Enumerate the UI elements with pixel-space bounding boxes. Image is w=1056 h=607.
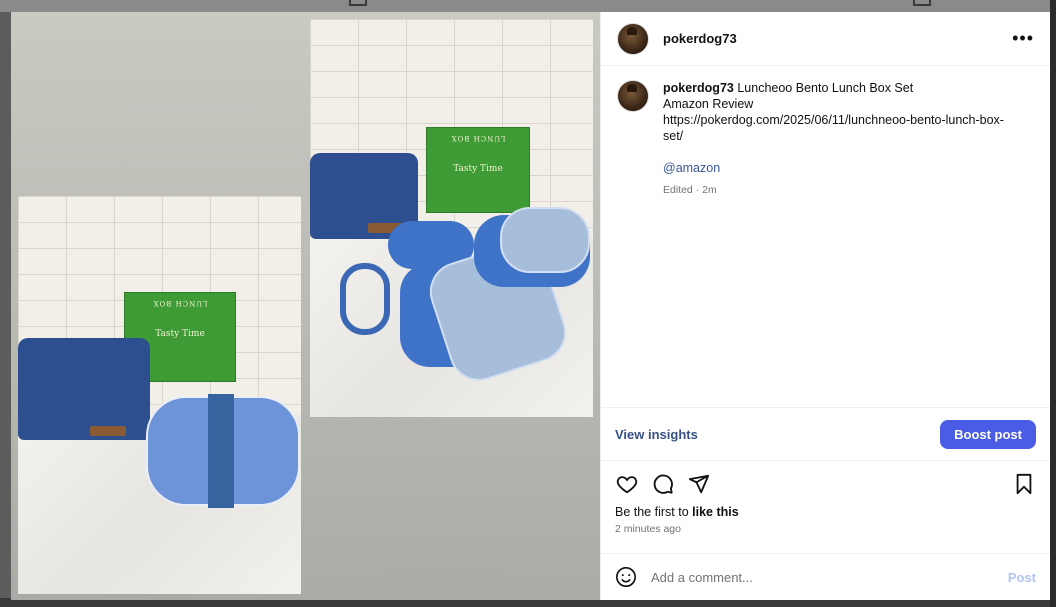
likes-prefix: Be the first to [615,505,693,519]
likes-line: Be the first to like this [615,505,1036,519]
post-modal: LUNCH BOX Tasty Time LUNCH BOX Tasty Tim… [11,12,1050,600]
caption-url: https://pokerdog.com/2025/06/11/lunchneo… [663,113,1004,127]
insulated-bag [18,338,150,440]
caption-area: pokerdog73 Luncheoo Bento Lunch Box Set … [601,66,1050,407]
bento-cutlery-lid [500,207,590,273]
photo-left: LUNCH BOX Tasty Time [18,196,301,594]
caption-title: Luncheoo Bento Lunch Box Set [737,81,914,95]
bento-strap [208,394,234,508]
action-row [615,471,1036,497]
share-icon[interactable] [687,472,711,496]
lunch-box-carton: LUNCH BOX Tasty Time [426,127,530,213]
carton-label: LUNCH BOX [152,299,208,307]
caption-username[interactable]: pokerdog73 [663,81,734,95]
post-timestamp: 2 minutes ago [615,523,681,535]
caption-body: pokerdog73 Luncheoo Bento Lunch Box Set … [663,80,1004,198]
caption-line-2: Amazon Review [663,97,754,111]
view-insights-link[interactable]: View insights [615,427,698,442]
comment-composer: Post [601,553,1050,600]
bag-tag [90,426,126,436]
grid-icon [349,0,367,6]
comment-icon[interactable] [651,472,675,496]
tagged-icon [913,0,931,6]
post-username[interactable]: pokerdog73 [663,31,737,46]
bento-strap [340,263,390,335]
caption-mention-line: @amazon [663,160,1004,176]
caption-line-1: pokerdog73 Luncheoo Bento Lunch Box Set [663,80,1004,96]
mention-amazon-link[interactable]: @amazon [663,161,720,175]
insights-bar: View insights Boost post [601,407,1050,460]
caption-avatar[interactable] [617,80,649,112]
actions-section: Be the first to like this 2 minutes ago [601,460,1050,553]
avatar[interactable] [617,22,649,55]
backdrop-right-edge [1050,0,1056,607]
post-comment-button[interactable]: Post [1008,570,1036,585]
bookmark-icon[interactable] [1012,472,1036,496]
caption-row: pokerdog73 Luncheoo Bento Lunch Box Set … [617,80,1034,198]
caption-url-continued: set/ [663,129,684,143]
backdrop-top-bar [0,0,1056,12]
post-media[interactable]: LUNCH BOX Tasty Time LUNCH BOX Tasty Tim… [11,12,600,600]
comment-input[interactable] [651,569,1008,585]
carton-brand: Tasty Time [453,164,503,174]
boost-post-button[interactable]: Boost post [940,419,1036,449]
carton-label: LUNCH BOX [450,134,506,142]
caption-meta: Edited · 2m [663,184,717,196]
emoji-icon[interactable] [615,566,637,588]
post-header: pokerdog73 ••• [601,12,1050,66]
photo-right: LUNCH BOX Tasty Time [310,19,593,417]
post-side-panel: pokerdog73 ••• pokerdog73 Luncheoo Bento… [600,12,1050,600]
heart-icon[interactable] [615,472,639,496]
like-this-link[interactable]: like this [692,505,739,519]
more-options-icon[interactable]: ••• [1012,28,1034,49]
